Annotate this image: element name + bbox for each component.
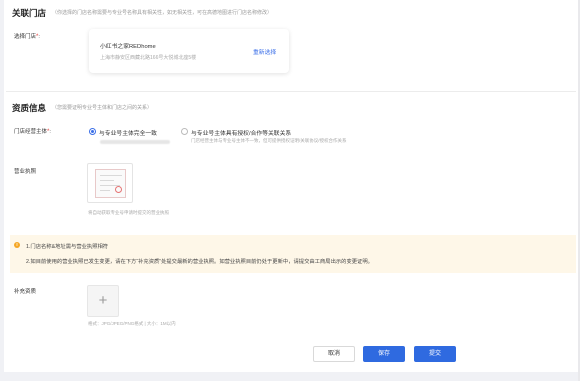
operator-label: 门店经营主体*:	[14, 129, 51, 135]
supplement-label: 补充资质	[14, 289, 37, 295]
blurred-entity-name	[100, 140, 170, 144]
license-document-image	[95, 169, 126, 198]
stamp-icon	[115, 186, 122, 193]
store-name: 小红书之家REDhome	[100, 44, 156, 50]
radio-authorized-entity[interactable]	[181, 128, 188, 135]
qualification-section-hint: （您需要证明专业号主体和门店之间的关系）	[52, 105, 153, 111]
doc-line	[100, 180, 114, 181]
submit-button[interactable]: 提交	[414, 346, 456, 362]
store-section-title: 关联门店	[12, 8, 47, 18]
business-license-thumbnail[interactable]	[87, 163, 133, 203]
option-authorized-entity-hint: 门店经营主体与专业号主体不一致，但可提供授权证明/关联协议/授权合作关系	[191, 138, 347, 143]
option-authorized-entity-label[interactable]: 与专业号主体具有授权/合作等关联关系	[191, 128, 291, 137]
reselect-store-link[interactable]: 重新选择	[253, 47, 276, 56]
license-hint: 将自动获取专业号申请时提交的营业执照	[88, 210, 169, 215]
store-section-hint: （你选择的门店名称需要与专业号名称具有相关性，如无相关性，可在高德地图进行门店名…	[52, 10, 273, 16]
cancel-button[interactable]: 取消	[313, 346, 355, 362]
doc-line	[100, 175, 122, 176]
warning-icon: !	[14, 242, 20, 248]
option-same-entity-label[interactable]: 与专业号主体完全一致	[99, 128, 157, 137]
doc-line	[100, 190, 110, 191]
upload-format-hint: 格式：JPG/JPEG/PNG格式 | 大小：1M以内	[88, 321, 176, 326]
store-address: 上海市静安区西藏北路166号大悦城北座5楼	[100, 55, 197, 61]
notice-line-2: 2.如目前使用的营业执照已发生变更，请在下方“补充资质”处提交最新的营业执照。如…	[26, 259, 373, 265]
notice-line-1: 1.门店名称&地址需与营业执照相符	[26, 244, 109, 250]
section-divider	[6, 91, 576, 92]
license-label: 营业执照	[14, 169, 37, 175]
notice-banner	[10, 235, 576, 273]
select-store-label: 选择门店*:	[14, 34, 40, 40]
radio-same-entity[interactable]	[89, 128, 96, 135]
qualification-section-title: 资质信息	[12, 103, 47, 113]
upload-button[interactable]: +	[87, 285, 119, 317]
selected-store-card: 小红书之家REDhome 上海市静安区西藏北路166号大悦城北座5楼 重新选择	[89, 29, 289, 73]
save-button[interactable]: 保存	[363, 346, 405, 362]
